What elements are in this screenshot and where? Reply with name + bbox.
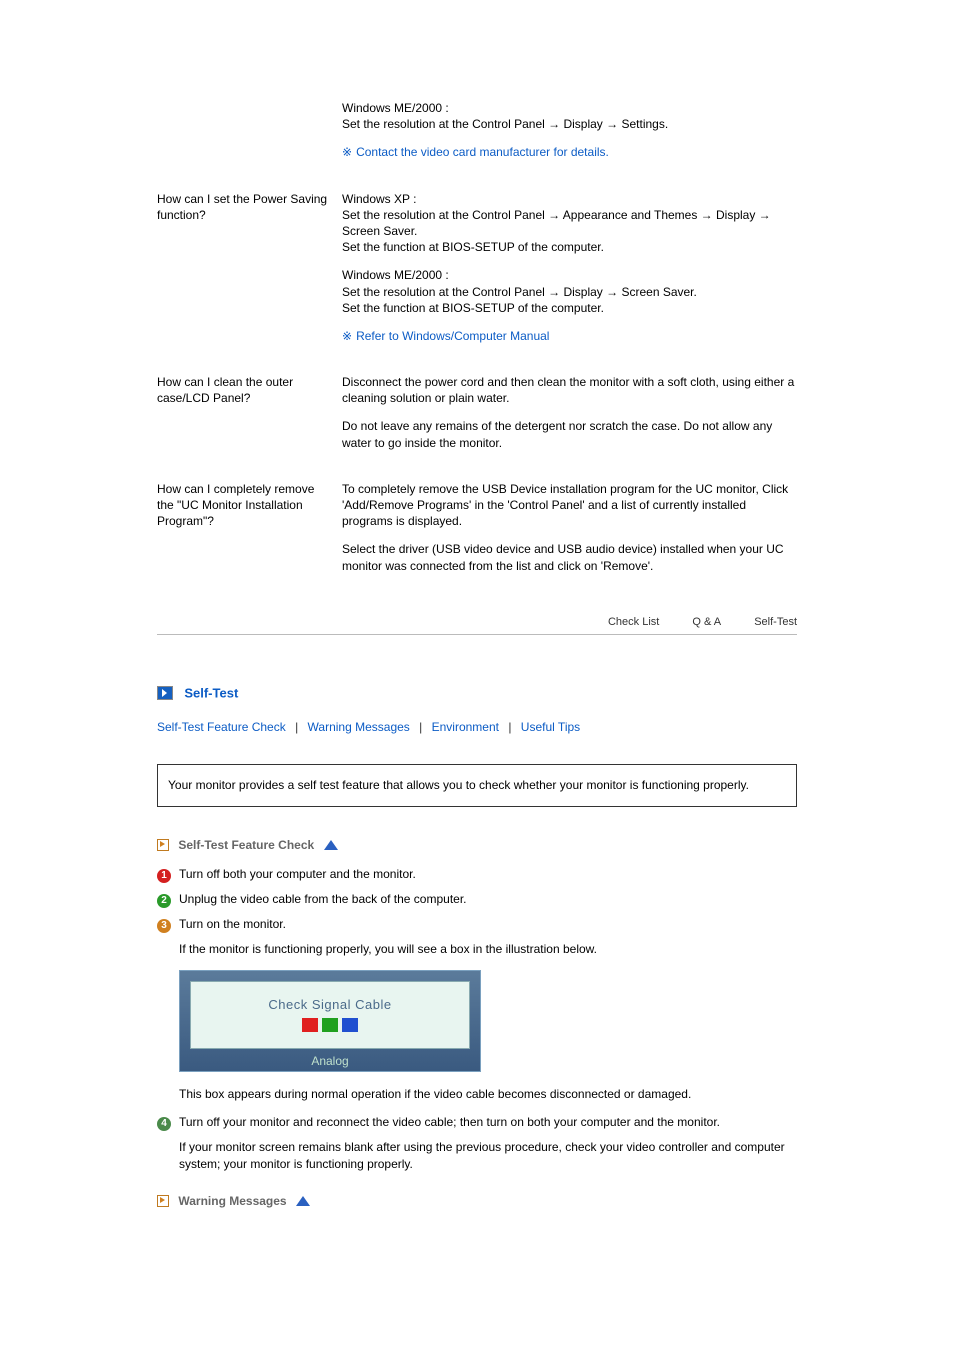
step-text: Turn off both your computer and the moni…	[179, 866, 797, 883]
text: Disconnect the power cord and then clean…	[342, 374, 797, 406]
intro-box: Your monitor provides a self test featur…	[157, 764, 797, 807]
note-icon: ※	[342, 145, 352, 159]
arrow-box-icon	[157, 686, 173, 700]
text: Do not leave any remains of the detergen…	[342, 418, 797, 450]
text: To completely remove the USB Device inst…	[342, 481, 797, 530]
link-useful-tips[interactable]: Useful Tips	[521, 720, 580, 734]
text: Set the resolution at the Control Panel …	[342, 117, 668, 131]
qa-question: How can I completely remove the "UC Moni…	[157, 481, 342, 586]
step-3: 3 Turn on the monitor.	[157, 916, 797, 933]
number-badge-2-icon: 2	[157, 894, 171, 908]
step-text: Unplug the video cable from the back of …	[179, 891, 797, 908]
qa-question	[157, 100, 342, 173]
note-text: Contact the video card manufacturer for …	[356, 145, 609, 159]
text: Windows ME/2000 :	[342, 268, 449, 282]
qa-answer: Windows XP : Set the resolution at the C…	[342, 191, 797, 357]
text: Windows ME/2000 :	[342, 101, 449, 115]
signal-color-squares	[302, 1018, 358, 1032]
section-title-text: Self-Test	[184, 685, 238, 700]
qa-row: How can I completely remove the "UC Moni…	[157, 481, 797, 586]
qa-question: How can I set the Power Saving function?	[157, 191, 342, 357]
text: Set the function at BIOS-SETUP of the co…	[342, 240, 604, 254]
subhead-text: Warning Messages	[178, 1194, 286, 1208]
blue-square-icon	[342, 1018, 358, 1032]
step-2: 2 Unplug the video cable from the back o…	[157, 891, 797, 908]
qa-row: Windows ME/2000 : Set the resolution at …	[157, 100, 797, 173]
signal-cable-illustration: Check Signal Cable Analog	[179, 970, 481, 1072]
link-environment[interactable]: Environment	[432, 720, 499, 734]
step-3-note: If the monitor is functioning properly, …	[179, 941, 797, 958]
link-self-test-feature-check[interactable]: Self-Test Feature Check	[157, 720, 286, 734]
step-text: Turn on the monitor.	[179, 916, 797, 933]
qa-row: How can I clean the outer case/LCD Panel…	[157, 374, 797, 463]
step-3-after: This box appears during normal operation…	[179, 1086, 797, 1103]
qa-row: How can I set the Power Saving function?…	[157, 191, 797, 357]
text: Set the resolution at the Control Panel …	[342, 285, 697, 299]
step-4-note: If your monitor screen remains blank aft…	[179, 1139, 797, 1173]
back-to-top-icon[interactable]	[324, 840, 338, 850]
note-text: Refer to Windows/Computer Manual	[356, 329, 549, 343]
step-1: 1 Turn off both your computer and the mo…	[157, 866, 797, 883]
text: Set the function at BIOS-SETUP of the co…	[342, 301, 604, 315]
step-text: Turn off your monitor and reconnect the …	[179, 1114, 797, 1131]
tab-qa[interactable]: Q & A	[692, 616, 721, 628]
section-title: Self-Test	[157, 685, 797, 700]
text: Select the driver (USB video device and …	[342, 541, 797, 573]
qa-answer: To completely remove the USB Device inst…	[342, 481, 797, 586]
qa-question: How can I clean the outer case/LCD Panel…	[157, 374, 342, 463]
green-square-icon	[322, 1018, 338, 1032]
link-warning-messages[interactable]: Warning Messages	[308, 720, 410, 734]
subhead-self-test-feature-check: Self-Test Feature Check	[157, 837, 797, 852]
subhead-text: Self-Test Feature Check	[178, 838, 314, 852]
tab-check-list[interactable]: Check List	[608, 616, 659, 628]
separator: |	[508, 720, 511, 734]
step-4: 4 Turn off your monitor and reconnect th…	[157, 1114, 797, 1131]
text: Set the resolution at the Control Panel …	[342, 208, 771, 238]
back-to-top-icon[interactable]	[296, 1196, 310, 1206]
tab-self-test[interactable]: Self-Test	[754, 616, 797, 628]
note-icon: ※	[342, 329, 352, 343]
section-tabs: Check List Q & A Self-Test	[157, 616, 797, 635]
number-badge-3-icon: 3	[157, 919, 171, 933]
qa-answer: Windows ME/2000 : Set the resolution at …	[342, 100, 797, 173]
number-badge-1-icon: 1	[157, 869, 171, 883]
separator: |	[295, 720, 298, 734]
signal-inner: Check Signal Cable	[190, 981, 470, 1049]
signal-title: Check Signal Cable	[268, 997, 391, 1012]
subhead-warning-messages: Warning Messages	[157, 1193, 797, 1208]
number-badge-4-icon: 4	[157, 1117, 171, 1131]
arrow-box-icon	[157, 1195, 169, 1207]
arrow-box-icon	[157, 839, 169, 851]
signal-mode: Analog	[180, 1054, 480, 1068]
red-square-icon	[302, 1018, 318, 1032]
text: Windows XP :	[342, 192, 416, 206]
page-content: Windows ME/2000 : Set the resolution at …	[157, 0, 797, 1322]
separator: |	[419, 720, 422, 734]
qa-answer: Disconnect the power cord and then clean…	[342, 374, 797, 463]
anchor-links: Self-Test Feature Check | Warning Messag…	[157, 720, 797, 734]
